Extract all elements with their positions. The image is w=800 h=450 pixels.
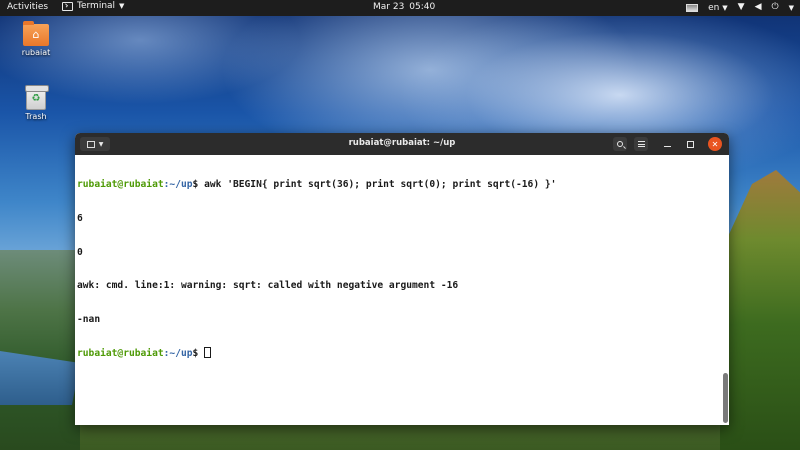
caret-down-icon: ▼ [119,2,125,10]
network-icon[interactable]: ▼ [738,2,745,13]
desktop-icon-home[interactable]: ⌂ rubaiat [11,21,61,57]
caret-down-icon: ▼ [722,3,728,12]
language-menu[interactable]: en ▼ [708,3,728,13]
desktop-icon-trash[interactable]: ♻ Trash [11,85,61,121]
prompt-path: :~/up [163,348,193,360]
menu-button[interactable] [634,137,648,151]
caret-down-icon[interactable]: ▼ [789,4,794,12]
output-line: -nan [77,313,101,325]
close-button[interactable]: ✕ [708,137,722,151]
command-line: rubaiat@rubaiat:~/up$ awk 'BEGIN{ print … [77,179,727,190]
prompt-user: rubaiat@rubaiat [77,348,164,360]
language-label: en [708,2,720,13]
power-icon[interactable]: ⏻ [771,2,778,13]
terminal-icon [62,1,73,11]
maximize-icon [686,140,694,148]
home-icon: ⌂ [32,28,40,41]
command-text: awk 'BEGIN{ print sqrt(36); print sqrt(0… [204,179,557,191]
scrollbar[interactable] [723,373,728,423]
app-menu-label: Terminal [77,1,116,11]
prompt-user: rubaiat@rubaiat [77,179,164,191]
close-icon: ✕ [711,139,719,149]
clock-date: Mar 23 [373,2,405,12]
prompt-path: :~/up [163,179,193,191]
home-folder-icon: ⌂ [23,21,49,46]
desktop-icon-label: Trash [25,112,47,121]
prompt-symbol: $ [192,179,205,191]
screen-icon[interactable] [686,3,699,12]
output-line: awk: cmd. line:1: warning: sqrt: called … [77,280,459,292]
activities-button[interactable]: Activities [7,2,48,12]
search-icon [617,141,623,147]
app-menu-terminal[interactable]: Terminal ▼ [62,1,124,11]
window-title: rubaiat@rubaiat: ~/up [348,138,456,148]
current-prompt-line[interactable]: rubaiat@rubaiat:~/up$ [77,347,727,360]
window-headerbar[interactable]: ▼ rubaiat@rubaiat: ~/up ✕ [75,133,729,155]
top-bar: Activities Terminal ▼ Mar 23 05:40 en ▼ … [0,0,800,16]
minimize-button[interactable] [660,137,674,151]
desktop-icon-label: rubaiat [21,48,51,57]
text-cursor [204,347,212,359]
prompt-symbol: $ [192,348,205,360]
terminal-window[interactable]: ▼ rubaiat@rubaiat: ~/up ✕ rubaiat@rubaia… [75,133,729,425]
output-line: 6 [77,213,83,224]
minimize-icon [663,145,671,147]
trash-icon: ♻ [25,85,49,110]
recycle-icon: ♻ [31,93,41,104]
hamburger-icon [637,141,645,147]
volume-icon[interactable]: ◀ [755,2,762,13]
maximize-button[interactable] [683,137,697,151]
wallpaper-mountain-right [720,170,800,450]
search-button[interactable] [613,137,627,151]
terminal-output[interactable]: rubaiat@rubaiat:~/up$ awk 'BEGIN{ print … [75,155,729,425]
output-line: 0 [77,246,83,258]
system-tray[interactable]: en ▼ ▼ ◀ ⏻ ▼ [686,2,794,13]
clock[interactable]: Mar 23 05:40 [373,2,435,12]
clock-time: 05:40 [409,2,436,12]
wallpaper-landscape-left [0,250,80,450]
